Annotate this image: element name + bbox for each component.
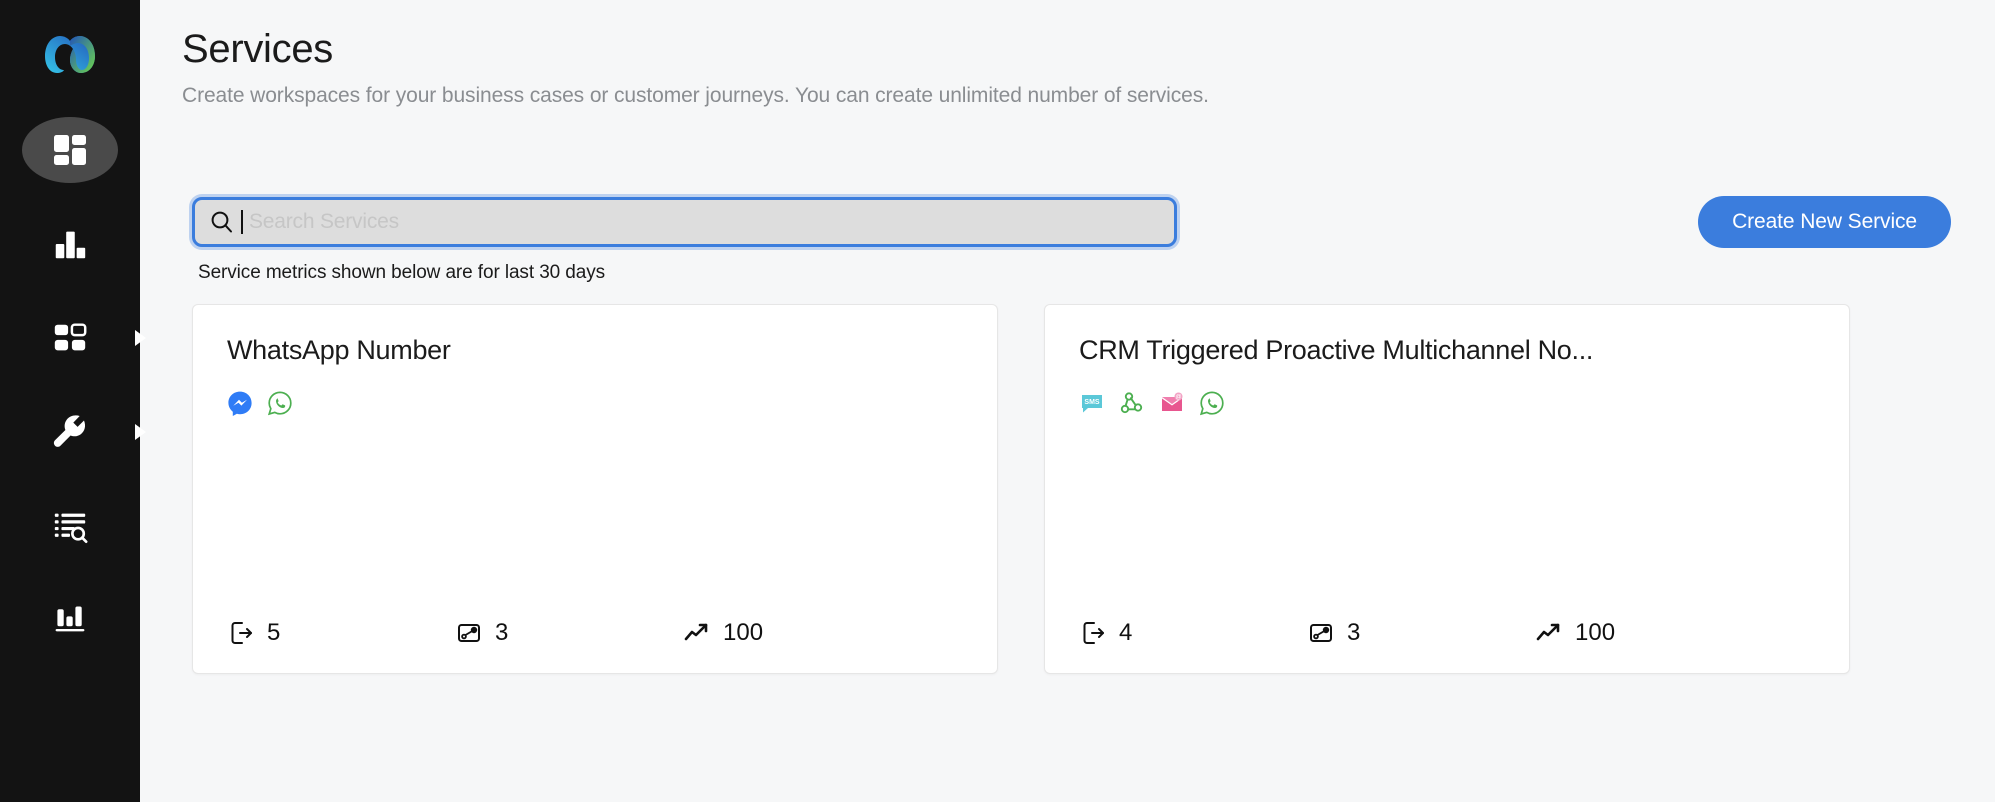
sidebar-item-dashboard[interactable] [20, 112, 120, 188]
metric-value: 100 [723, 619, 764, 646]
webhook-icon [1119, 390, 1145, 416]
apps-grid-icon [48, 316, 92, 360]
metric-sessions: 4 [1079, 619, 1307, 647]
sidebar-item-reports[interactable] [20, 582, 120, 658]
page-title: Services [182, 27, 333, 71]
webex-logo-mark [45, 36, 95, 73]
webex-logo[interactable] [37, 22, 103, 88]
exit-logout-icon [227, 619, 255, 647]
channel-icon-row: SMS @ [1079, 388, 1815, 418]
search-placeholder: Search Services [249, 210, 399, 233]
metric-flows: 3 [1307, 619, 1535, 647]
metric-value: 4 [1119, 619, 1133, 646]
sidebar-item-analytics[interactable] [20, 206, 120, 282]
metric-score: 100 [683, 619, 763, 647]
svg-text:@: @ [1175, 395, 1181, 401]
metric-flows: 3 [455, 619, 683, 647]
service-card[interactable]: CRM Triggered Proactive Multichannel No.… [1044, 304, 1850, 674]
service-card-list: WhatsApp Number 5 3 100 CRM Triggered Pr… [182, 304, 1955, 674]
svg-text:SMS: SMS [1084, 399, 1100, 406]
whatsapp-icon [1199, 390, 1225, 416]
metric-value: 5 [267, 619, 281, 646]
channel-icon-row [227, 388, 963, 418]
toolbar: Search Services Create New Service [182, 196, 1955, 248]
exit-logout-icon [1079, 619, 1107, 647]
sidebar [0, 0, 146, 802]
wrench-icon [48, 410, 92, 454]
sidebar-item-logs[interactable] [20, 488, 120, 564]
search-icon [209, 209, 235, 235]
chevron-right-icon[interactable] [135, 424, 146, 440]
messenger-icon [227, 390, 253, 416]
create-new-service-button[interactable]: Create New Service [1698, 196, 1951, 248]
main-content: Services Create workspaces for your busi… [140, 0, 1995, 802]
email-icon: @ [1159, 390, 1185, 416]
trending-up-icon [683, 619, 711, 647]
metric-sessions: 5 [227, 619, 455, 647]
whatsapp-icon [267, 390, 293, 416]
metric-value: 100 [1575, 619, 1616, 646]
app-root: Services Create workspaces for your busi… [0, 0, 1995, 802]
service-card-metrics: 4 3 100 [1079, 619, 1815, 673]
bar-chart-icon [48, 222, 92, 266]
metrics-note: Service metrics shown below are for last… [198, 262, 606, 283]
dashboard-grid-icon [48, 128, 92, 172]
sidebar-item-tools[interactable] [20, 394, 146, 470]
metric-value: 3 [1347, 619, 1361, 646]
page-subtitle: Create workspaces for your business case… [182, 84, 1209, 107]
service-card-metrics: 5 3 100 [227, 619, 963, 673]
reports-chart-icon [48, 598, 92, 642]
sms-icon: SMS [1079, 390, 1105, 416]
trending-up-icon [1535, 619, 1563, 647]
service-card-title: CRM Triggered Proactive Multichannel No.… [1079, 335, 1594, 365]
flow-node-icon [1307, 619, 1335, 647]
sidebar-item-apps[interactable] [20, 300, 146, 376]
service-card[interactable]: WhatsApp Number 5 3 100 [192, 304, 998, 674]
text-cursor [241, 210, 243, 234]
list-search-icon [48, 504, 92, 548]
search-input[interactable]: Search Services [192, 197, 1177, 247]
chevron-right-icon[interactable] [135, 330, 146, 346]
metric-value: 3 [495, 619, 509, 646]
metric-score: 100 [1535, 619, 1615, 647]
service-card-title: WhatsApp Number [227, 335, 451, 365]
flow-node-icon [455, 619, 483, 647]
